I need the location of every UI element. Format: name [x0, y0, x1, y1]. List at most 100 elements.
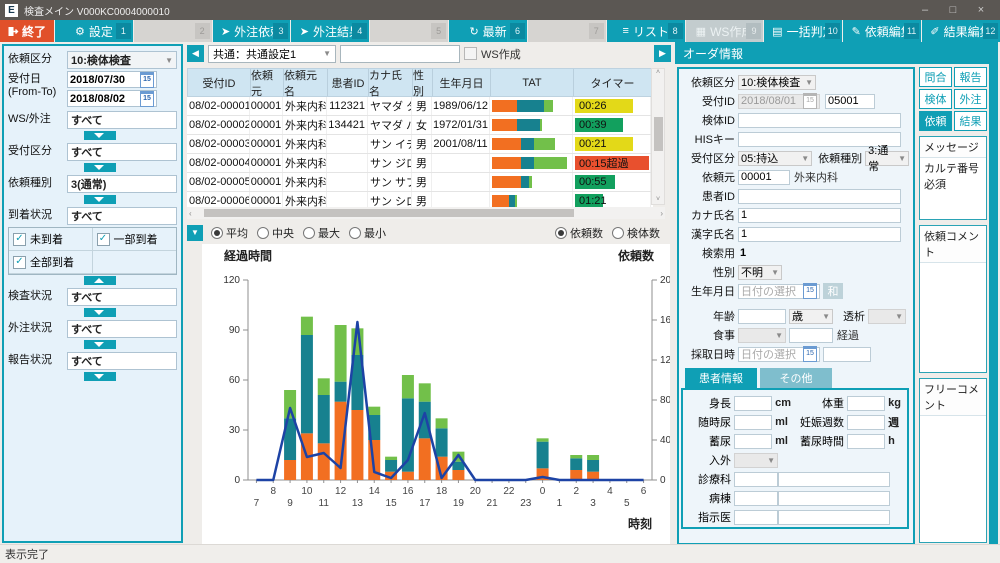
close-button[interactable]: ×	[967, 0, 995, 20]
checkbox-一部到着[interactable]: ✓一部到着	[93, 228, 177, 251]
filter-input[interactable]: すべて	[67, 111, 177, 129]
maximize-button[interactable]: □	[939, 0, 967, 20]
filter-select[interactable]: 10:検体検査▼	[67, 51, 177, 69]
table-row[interactable]: 08/02-0000100001外来内科112321ヤマダ タロウ男1989/0…	[187, 97, 653, 116]
ws-create-checkbox[interactable]: ✓ WS作成	[464, 46, 521, 62]
svg-text:14: 14	[369, 486, 381, 497]
height-input[interactable]	[734, 396, 772, 411]
stat-radio-中央[interactable]: 中央	[257, 225, 294, 241]
request-type-select[interactable]: 10:検体検査▼	[738, 75, 816, 90]
side-tab-外注[interactable]: 外注	[954, 89, 987, 109]
side-tab-問合[interactable]: 問合	[919, 67, 952, 87]
svg-text:12: 12	[335, 486, 347, 497]
stat-radio-平均[interactable]: 平均	[211, 225, 248, 241]
metric-radio-依頼数[interactable]: 依頼数	[555, 225, 603, 241]
date-from-input[interactable]: 2018/07/3015	[67, 71, 157, 88]
kanji-name-input[interactable]: 1	[738, 227, 901, 242]
meal-hours-input[interactable]	[789, 328, 833, 343]
filter-input[interactable]: すべて	[67, 288, 177, 306]
expander-down-button[interactable]	[84, 308, 116, 317]
expander-down-button[interactable]	[84, 163, 116, 172]
ward-name-input[interactable]	[778, 491, 890, 506]
checkbox-全部到着[interactable]: ✓全部到着	[9, 251, 93, 274]
toolbar-button-依頼編集[interactable]: ✎依頼編集11	[843, 20, 921, 42]
tab-患者情報[interactable]: 患者情報	[685, 368, 757, 388]
spot-urine-input[interactable]	[734, 415, 772, 430]
tab-その他[interactable]: その他	[760, 368, 832, 388]
accept-class-select[interactable]: 05:持込▼	[738, 151, 812, 166]
search-input[interactable]	[340, 45, 460, 63]
age-input[interactable]	[738, 309, 786, 324]
input-value: すべて	[71, 289, 103, 305]
filter-input[interactable]: すべて	[67, 352, 177, 370]
stat-radio-最大[interactable]: 最大	[303, 225, 340, 241]
side-tab-結果[interactable]: 結果	[954, 111, 987, 131]
side-tab-検体[interactable]: 検体	[919, 89, 952, 109]
scrollbar-thumb[interactable]	[654, 117, 663, 151]
toolbar-button-外注結果[interactable]: ➤外注結果4	[291, 20, 369, 42]
sex-select[interactable]: 不明▼	[738, 265, 782, 280]
list-controls: ◀ 共通：共通設定1 ▼ ✓ WS作成 ▶	[187, 44, 671, 63]
toolbar-button-一括判定[interactable]: ▤一括判定10	[764, 20, 842, 42]
toolbar-button-リスト[interactable]: ≡リスト8	[607, 20, 685, 42]
toolbar-button-slot-7: 7	[528, 20, 606, 42]
weight-input[interactable]	[847, 396, 885, 411]
collect-date-input[interactable]: 日付の選択15	[738, 347, 820, 362]
expander-down-button[interactable]	[84, 372, 116, 381]
shortcut-number-badge: 3	[273, 23, 288, 39]
urine-time-input[interactable]	[847, 434, 885, 449]
department-code-input[interactable]	[734, 472, 778, 487]
department-name-input[interactable]	[778, 472, 890, 487]
birth-date-input[interactable]: 日付の選択15	[738, 284, 820, 299]
prev-page-button[interactable]: ◀	[187, 45, 204, 62]
kana-name-input[interactable]: 1	[738, 208, 901, 223]
pooled-urine-input[interactable]	[734, 434, 772, 449]
specimen-id-input[interactable]	[738, 113, 901, 128]
toolbar-button-設定[interactable]: ⚙設定1	[55, 20, 133, 42]
expander-up-button[interactable]	[84, 276, 116, 285]
preset-select[interactable]: 共通：共通設定1 ▼	[208, 45, 336, 63]
stat-radio-最小[interactable]: 最小	[349, 225, 386, 241]
toolbar-button-最新[interactable]: ↻最新6	[449, 20, 527, 42]
filter-input[interactable]: すべて	[67, 143, 177, 161]
minimize-button[interactable]: –	[911, 0, 939, 20]
arrow-icon: ➤	[221, 25, 230, 38]
next-page-button[interactable]: ▶	[654, 45, 671, 62]
table-row[interactable]: 08/02-0000500001外来内科サン サブロウ男00:55	[187, 173, 653, 192]
expander-down-button[interactable]	[84, 340, 116, 349]
table-row[interactable]: 08/02-0000300001外来内科サン イチロウ男2001/08/1100…	[187, 135, 653, 154]
svg-text:19: 19	[453, 498, 465, 509]
request-source-input[interactable]: 00001	[738, 170, 790, 185]
shortcut-number-badge: 9	[746, 23, 761, 39]
accept-number-input[interactable]: 05001	[825, 94, 875, 109]
table-row[interactable]: 08/02-0000200001外来内科134421ヤマダ ハナコ女1972/0…	[187, 116, 653, 135]
checkbox-未到着[interactable]: ✓未到着	[9, 228, 93, 251]
date-to-input[interactable]: 2018/08/0215	[67, 90, 157, 107]
toolbar-button-外注依頼[interactable]: ➤外注依頼3	[213, 20, 291, 42]
expander-down-button[interactable]	[84, 195, 116, 204]
chart-collapse-button[interactable]: ▼	[187, 225, 203, 241]
expander-down-button[interactable]	[84, 131, 116, 140]
age-unit-select[interactable]: 歳▼	[789, 309, 833, 324]
ward-code-input[interactable]	[734, 491, 778, 506]
table-vertical-scrollbar[interactable]: ˄˅	[651, 68, 665, 205]
side-tab-依頼[interactable]: 依頼	[919, 111, 952, 131]
side-tab-報告[interactable]: 報告	[954, 67, 987, 87]
filter-input[interactable]: すべて	[67, 320, 177, 338]
request-kind-select[interactable]: 3:通常▼	[865, 151, 909, 166]
pregnancy-weeks-input[interactable]	[847, 415, 885, 430]
metric-radio-検体数[interactable]: 検体数	[612, 225, 660, 241]
filter-control: 3(通常)	[67, 175, 177, 193]
exit-button[interactable]: 終了	[0, 20, 54, 42]
toolbar-button-結果編集[interactable]: ✐結果編集12	[922, 20, 1000, 42]
table-row[interactable]: 08/02-0000400001外来内科サン ジロウ男00:15超過	[187, 154, 653, 173]
patient-id-input[interactable]	[738, 189, 901, 204]
filter-input[interactable]: 3(通常)	[67, 175, 177, 193]
scrollbar-thumb[interactable]	[204, 209, 574, 217]
doctor-name-input[interactable]	[778, 510, 890, 525]
collect-time-input[interactable]	[823, 347, 871, 362]
filter-field-受付区分: 受付区分すべて	[8, 143, 177, 161]
table-horizontal-scrollbar[interactable]: ‹›	[187, 207, 665, 219]
doctor-code-input[interactable]	[734, 510, 778, 525]
filter-input[interactable]: すべて	[67, 207, 177, 225]
